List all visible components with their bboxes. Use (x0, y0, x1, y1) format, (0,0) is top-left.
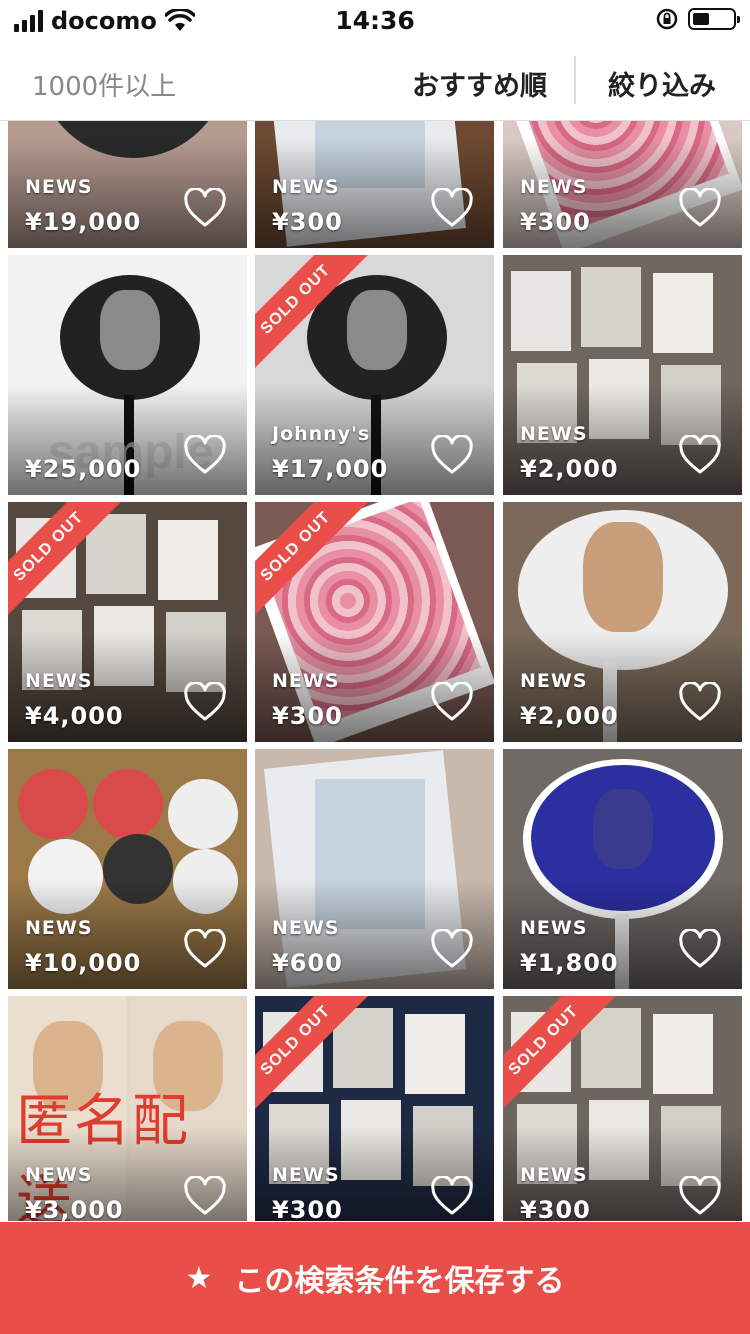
product-price: ¥300 (520, 208, 591, 236)
like-heart-icon[interactable] (430, 433, 474, 475)
product-brand: NEWS (25, 917, 93, 939)
save-search-button[interactable]: ★ この検索条件を保存する (0, 1222, 750, 1334)
product-brand: NEWS (25, 670, 93, 692)
product-price: ¥600 (272, 949, 343, 977)
like-heart-icon[interactable] (678, 1174, 722, 1216)
filter-button[interactable]: 絞り込み (608, 64, 716, 103)
clock: 14:36 (335, 6, 415, 35)
product-brand: NEWS (520, 423, 588, 445)
product-brand: NEWS (520, 670, 588, 692)
product-card[interactable]: NEWS ¥19,000 (8, 121, 247, 248)
product-price: ¥2,000 (520, 455, 619, 483)
product-card[interactable]: SOLD OUT NEWS ¥300 (255, 996, 494, 1221)
like-heart-icon[interactable] (183, 1174, 227, 1216)
status-bar: docomo 14:36 (0, 0, 750, 42)
like-heart-icon[interactable] (183, 927, 227, 969)
rotation-lock-icon (656, 8, 678, 30)
product-price: ¥3,000 (25, 1196, 124, 1221)
product-card[interactable]: NEWS ¥2,000 (503, 502, 742, 742)
product-brand: NEWS (272, 917, 340, 939)
product-price: ¥1,800 (520, 949, 619, 977)
like-heart-icon[interactable] (430, 186, 474, 228)
product-card[interactable]: NEWS ¥2,000 (503, 255, 742, 495)
product-brand: NEWS (520, 917, 588, 939)
product-brand: NEWS (272, 670, 340, 692)
product-card[interactable]: NEWS ¥600 (255, 749, 494, 989)
product-brand: NEWS (272, 1164, 340, 1186)
product-price: ¥17,000 (272, 455, 389, 483)
product-card[interactable]: NEWS ¥1,800 (503, 749, 742, 989)
product-brand: NEWS (272, 176, 340, 198)
like-heart-icon[interactable] (430, 1174, 474, 1216)
product-card[interactable]: NEWS ¥300 (503, 121, 742, 248)
like-heart-icon[interactable] (430, 680, 474, 722)
item-grid: NEWS ¥19,000 NEWS ¥300 NEWS ¥300 sample¥25,000… (0, 121, 750, 1221)
product-brand: NEWS (25, 176, 93, 198)
like-heart-icon[interactable] (183, 433, 227, 475)
product-card[interactable]: sample¥25,000 (8, 255, 247, 495)
like-heart-icon[interactable] (678, 680, 722, 722)
search-header: 1000件以上 おすすめ順 絞り込み (0, 42, 750, 121)
sort-button[interactable]: おすすめ順 (412, 64, 547, 103)
product-price: ¥300 (272, 208, 343, 236)
product-price: ¥300 (272, 1196, 343, 1221)
battery-icon (688, 8, 740, 30)
product-price: ¥300 (520, 1196, 591, 1221)
product-price: ¥4,000 (25, 702, 124, 730)
product-price: ¥10,000 (25, 949, 142, 977)
product-card[interactable]: 匿名配送NEWS¥3,000 (8, 996, 247, 1221)
star-icon: ★ (185, 1260, 213, 1296)
product-brand: NEWS (25, 1164, 93, 1186)
like-heart-icon[interactable] (678, 433, 722, 475)
product-price: ¥300 (272, 702, 343, 730)
like-heart-icon[interactable] (678, 186, 722, 228)
product-brand: NEWS (520, 176, 588, 198)
product-price: ¥25,000 (25, 455, 142, 483)
product-brand: NEWS (520, 1164, 588, 1186)
like-heart-icon[interactable] (183, 680, 227, 722)
result-count: 1000件以上 (32, 72, 177, 102)
product-card[interactable]: SOLD OUT Johnny's ¥17,000 (255, 255, 494, 495)
product-price: ¥19,000 (25, 208, 142, 236)
like-heart-icon[interactable] (183, 186, 227, 228)
like-heart-icon[interactable] (678, 927, 722, 969)
product-card[interactable]: NEWS ¥300 (255, 121, 494, 248)
save-search-label: この検索条件を保存する (234, 1264, 565, 1299)
product-card[interactable]: SOLD OUT NEWS ¥4,000 (8, 502, 247, 742)
header-divider (574, 56, 576, 104)
product-price: ¥2,000 (520, 702, 619, 730)
like-heart-icon[interactable] (430, 927, 474, 969)
product-brand: Johnny's (272, 423, 371, 445)
product-card[interactable]: NEWS ¥10,000 (8, 749, 247, 989)
product-card[interactable]: SOLD OUT NEWS ¥300 (503, 996, 742, 1221)
product-card[interactable]: SOLD OUT NEWS ¥300 (255, 502, 494, 742)
